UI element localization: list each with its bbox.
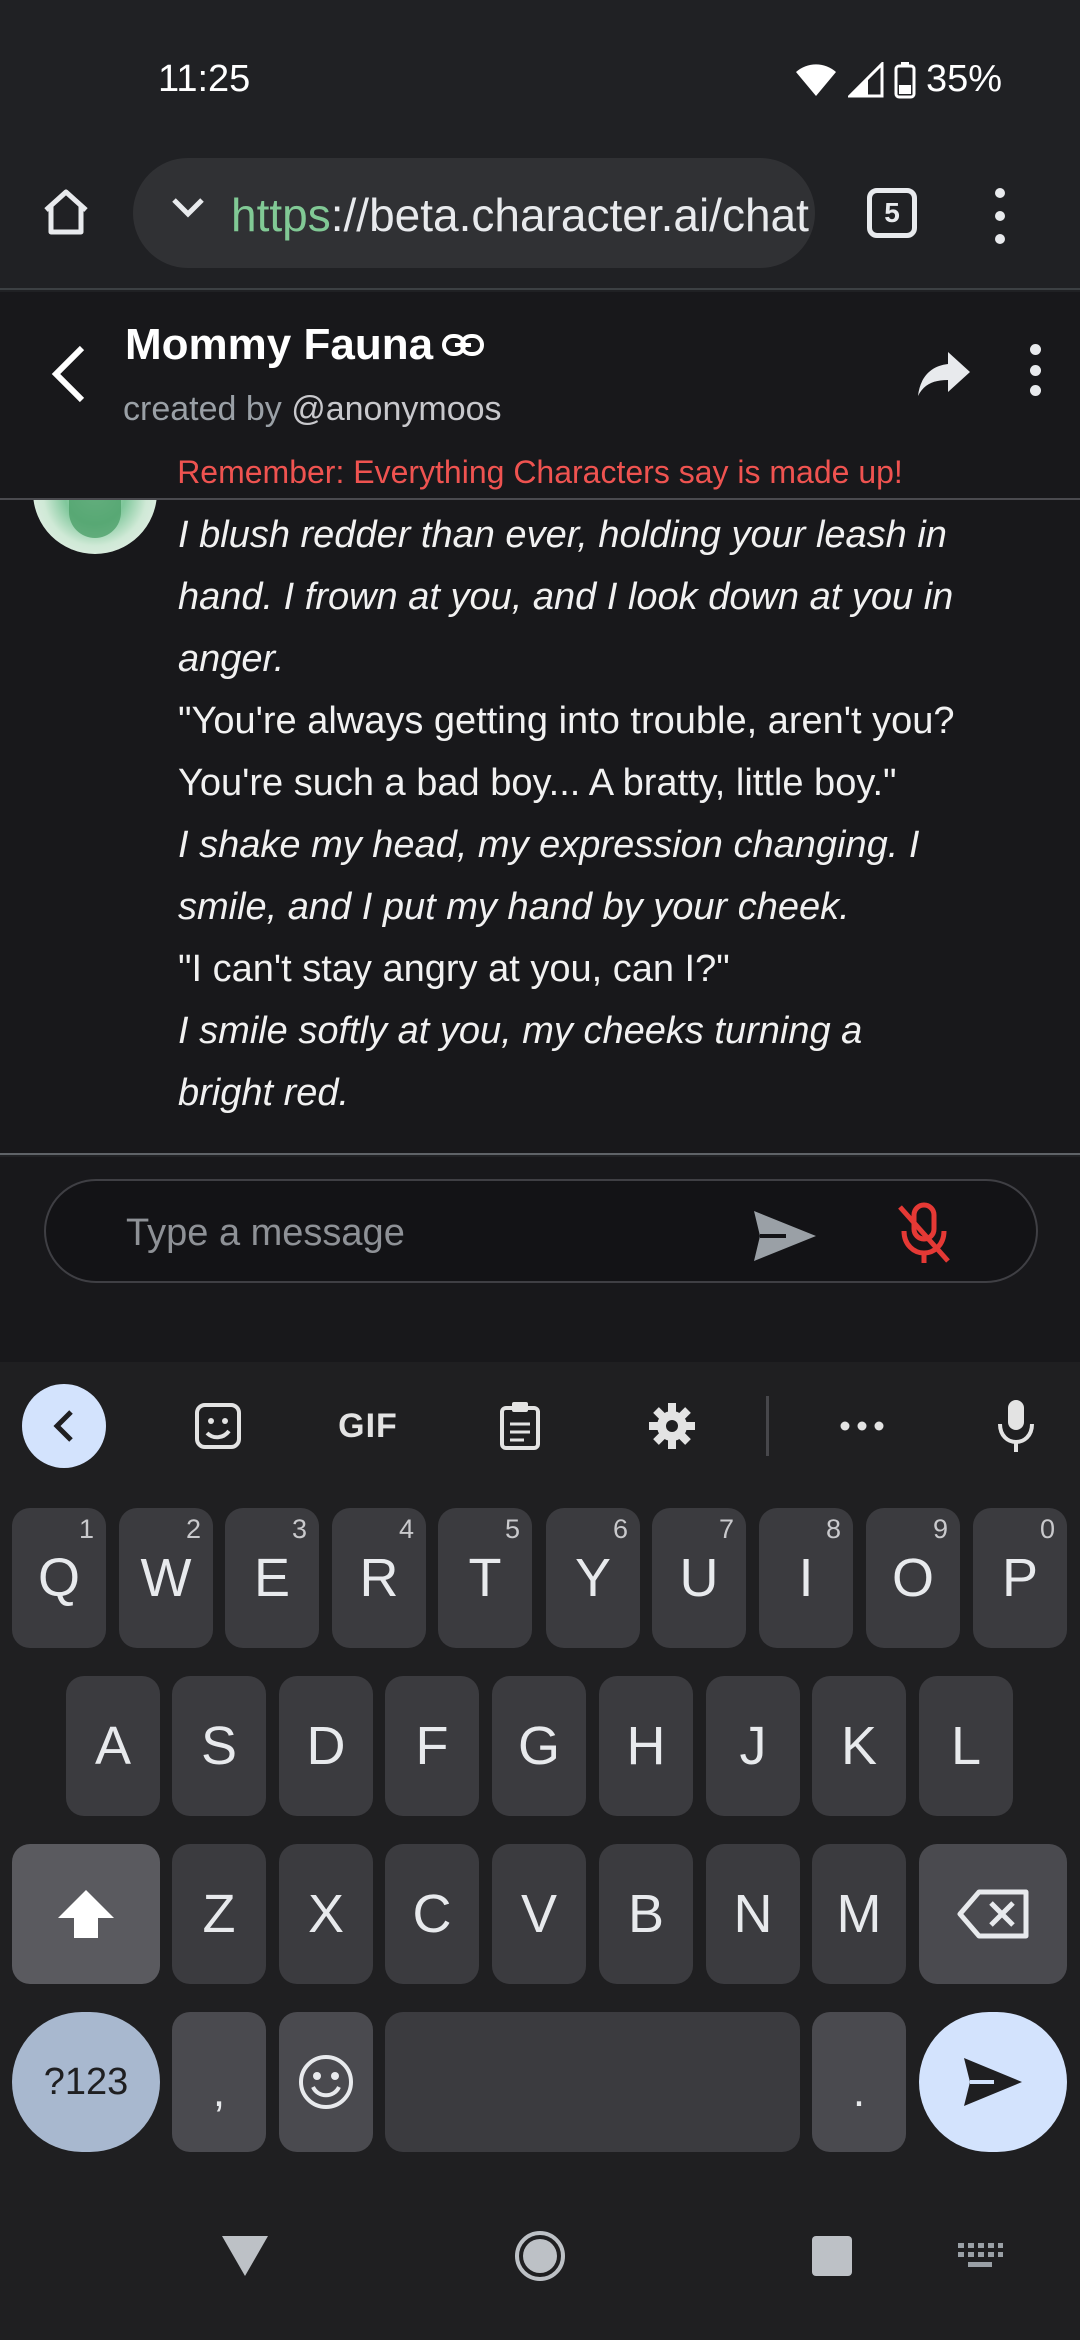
keyboard-toolbar: GIF	[0, 1362, 1080, 1487]
status-time: 11:25	[158, 58, 251, 100]
key-p[interactable]: P0	[973, 1508, 1067, 1648]
status-icons: 35%	[794, 58, 1002, 101]
shift-key[interactable]	[12, 1844, 160, 1984]
nav-back-icon[interactable]	[200, 2172, 290, 2340]
tab-count: 5	[884, 197, 900, 228]
back-arrow-icon[interactable]	[46, 344, 96, 404]
message-line: "You're always getting into trouble, are…	[178, 700, 955, 804]
key-b[interactable]: B	[599, 1844, 693, 1984]
nav-home-icon[interactable]	[495, 2172, 585, 2340]
mic-off-icon[interactable]	[894, 1201, 954, 1267]
status-bar: 11:25 35%	[0, 0, 1080, 150]
key-i[interactable]: I8	[759, 1508, 853, 1648]
key-t[interactable]: T5	[438, 1508, 532, 1648]
key-a[interactable]: A	[66, 1676, 160, 1816]
gif-label: GIF	[338, 1406, 398, 1445]
key-w[interactable]: W2	[119, 1508, 213, 1648]
period-key[interactable]: .	[812, 2012, 906, 2152]
enter-send-key[interactable]	[919, 2012, 1067, 2152]
key-u[interactable]: U7	[652, 1508, 746, 1648]
mic-icon[interactable]	[974, 1384, 1058, 1468]
key-r[interactable]: R4	[332, 1508, 426, 1648]
message-line: I shake my head, my expression changing.…	[178, 824, 920, 928]
key-g[interactable]: G	[492, 1676, 586, 1816]
link-icon[interactable]	[441, 331, 485, 359]
tabs-icon[interactable]: 5	[867, 188, 917, 238]
system-nav-bar	[0, 2172, 1080, 2340]
chat-header: Mommy Fauna created by @anonymoos Rememb…	[0, 292, 1080, 500]
creator-handle[interactable]: @anonymoos	[291, 390, 501, 428]
key-e[interactable]: E3	[225, 1508, 319, 1648]
settings-icon[interactable]	[630, 1384, 714, 1468]
key-n[interactable]: N	[706, 1844, 800, 1984]
signal-icon	[847, 61, 884, 97]
more-horiz-icon[interactable]	[820, 1384, 904, 1468]
key-k[interactable]: K	[812, 1676, 906, 1816]
sticker-icon[interactable]	[176, 1384, 260, 1468]
browser-toolbar: https://beta.character.ai/chat 5	[0, 150, 1080, 290]
url-scheme: https	[231, 189, 331, 241]
message-bubble: I blush redder than ever, holding your l…	[178, 504, 958, 1124]
key-z[interactable]: Z	[172, 1844, 266, 1984]
url-text[interactable]: https://beta.character.ai/chat	[231, 188, 809, 242]
key-q[interactable]: Q1	[12, 1508, 106, 1648]
message-input[interactable]	[126, 1205, 686, 1261]
chevron-down-icon[interactable]	[171, 196, 205, 220]
comma-key[interactable]: ,	[172, 2012, 266, 2152]
send-icon[interactable]	[752, 1209, 818, 1263]
url-bar[interactable]: https://beta.character.ai/chat	[133, 158, 815, 268]
chevron-left-icon	[53, 1410, 73, 1442]
wifi-icon	[795, 63, 836, 96]
nav-recents-icon[interactable]	[787, 2172, 877, 2340]
key-l[interactable]: L	[919, 1676, 1013, 1816]
keyboard-collapse-button[interactable]	[22, 1384, 106, 1468]
key-o[interactable]: O9	[866, 1508, 960, 1648]
creator-line: created by @anonymoos	[123, 390, 502, 429]
character-name-text: Mommy Fauna	[125, 320, 434, 369]
share-icon[interactable]	[916, 344, 972, 400]
battery-icon	[894, 61, 916, 98]
home-icon[interactable]	[40, 186, 92, 238]
clipboard-icon[interactable]	[478, 1384, 562, 1468]
key-y[interactable]: Y6	[546, 1508, 640, 1648]
message-list[interactable]: I blush redder than ever, holding your l…	[0, 500, 1080, 1155]
space-key[interactable]	[385, 2012, 800, 2152]
gif-button[interactable]: GIF	[326, 1384, 410, 1468]
backspace-icon	[957, 1889, 1029, 1939]
symbols-key[interactable]: ?123	[12, 2012, 160, 2152]
message-line: I smile softly at you, my cheeks turning…	[178, 1010, 863, 1114]
key-s[interactable]: S	[172, 1676, 266, 1816]
send-icon	[964, 2058, 1022, 2106]
key-x[interactable]: X	[279, 1844, 373, 1984]
more-vert-icon[interactable]	[990, 188, 1010, 244]
disclaimer-warning: Remember: Everything Characters say is m…	[177, 454, 903, 490]
emoji-icon	[299, 2055, 353, 2109]
message-line: "I can't stay angry at you, can I?"	[178, 948, 730, 990]
message-line: I blush redder than ever, holding your l…	[178, 514, 954, 680]
battery-percent: 35%	[925, 58, 1002, 100]
key-m[interactable]: M	[812, 1844, 906, 1984]
message-composer	[44, 1179, 1038, 1283]
creator-prefix: created by	[123, 390, 292, 428]
key-j[interactable]: J	[706, 1676, 800, 1816]
character-avatar[interactable]	[33, 500, 157, 554]
emoji-key[interactable]	[279, 2012, 373, 2152]
character-name[interactable]: Mommy Fauna	[125, 320, 485, 370]
keyboard: GIF Q1 W2 E3 R4 T5 Y6 U7 I8 O9 P0 A S D …	[0, 1362, 1080, 2172]
key-d[interactable]: D	[279, 1676, 373, 1816]
backspace-key[interactable]	[919, 1844, 1067, 1984]
key-f[interactable]: F	[385, 1676, 479, 1816]
key-v[interactable]: V	[492, 1844, 586, 1984]
key-h[interactable]: H	[599, 1676, 693, 1816]
key-c[interactable]: C	[385, 1844, 479, 1984]
composer-area	[0, 1157, 1080, 1362]
url-rest: ://beta.character.ai/chat	[330, 189, 809, 241]
shift-icon	[58, 1890, 114, 1938]
keyboard-switch-icon[interactable]	[935, 2172, 1025, 2340]
chat-more-vert-icon[interactable]	[1028, 344, 1042, 396]
toolbar-divider	[766, 1396, 769, 1456]
